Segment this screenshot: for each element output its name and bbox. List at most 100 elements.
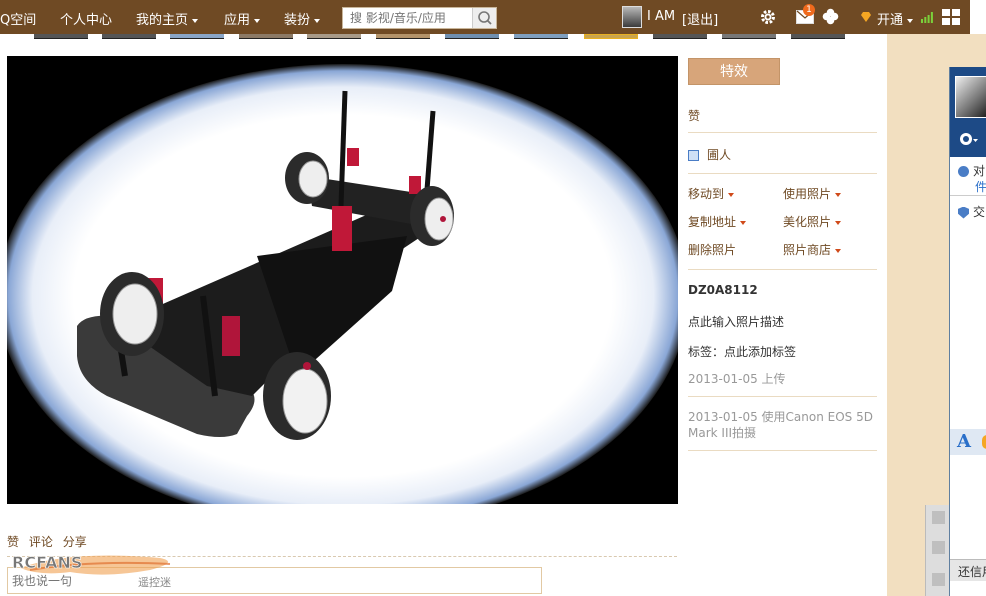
delete-photo-link[interactable]: 删除照片 [688,241,736,258]
search-input[interactable] [343,8,473,28]
divider [950,195,986,196]
popup-row-1[interactable]: 对 [950,162,986,179]
chevron-down-icon [192,18,199,23]
like-link[interactable]: 赞 [688,107,700,124]
nav-apps-label: 应用 [224,13,251,28]
like-action[interactable]: 赞 [7,535,19,549]
divider [688,269,877,270]
chevron-down-icon [907,18,914,23]
thumbnail[interactable] [239,34,293,39]
search-box [342,7,497,29]
info-icon [958,166,969,177]
popup-row-2[interactable]: 交 [950,203,986,220]
scroll-up-button[interactable] [932,511,945,524]
thumbnail[interactable] [514,34,568,39]
photo-title[interactable]: DZ0A8112 [688,283,758,297]
thumbnail[interactable] [102,34,156,39]
thumbnail[interactable] [170,34,224,39]
qq-side-popup: 对 件 交 A 还信用 [949,67,986,596]
popup-line1: 对 [973,164,986,178]
diamond-icon [861,12,871,22]
upload-date: 2013-01-05 上传 [688,372,786,386]
chevron-down-icon [254,18,261,23]
copy-address-label: 复制地址 [688,215,737,229]
photo-tag-prompt[interactable]: 标签：点此添加标签 [688,343,796,360]
thumbnail-selected[interactable] [584,34,638,39]
camera-info-line1: 2013-01-05 使用Canon EOS 5D [688,410,873,424]
qzone-logo[interactable]: Q空间 [0,9,36,28]
photo-store-menu[interactable]: 照片商店 [783,241,842,258]
divider [688,396,877,397]
chevron-down-icon [835,220,842,225]
nav-decorate-label: 装扮 [284,13,311,28]
beautify-photo-menu[interactable]: 美化照片 [783,213,842,230]
signal-icon [921,12,933,23]
open-vip-menu[interactable]: 开通 [877,9,914,28]
chevron-down-icon [728,192,735,197]
rcfans-watermark-logo: RCFANS 遥控迷 [12,553,171,588]
tagged-person[interactable]: 圃人 [688,146,731,163]
tagged-person-name: 圃人 [707,148,732,162]
chevron-down-icon [835,248,842,253]
app-grid-icon[interactable] [942,9,960,25]
divider [688,132,877,133]
emoji-icon[interactable] [982,435,986,449]
watermark-brand: RCFANS [12,553,82,572]
scroll-button[interactable] [932,541,945,554]
thumbnail[interactable] [653,34,707,39]
thumbnail[interactable] [722,34,776,39]
divider [688,450,877,451]
use-photo-menu[interactable]: 使用照片 [783,185,842,202]
top-navigation-bar: Q空间 个人中心 我的主页 应用 装扮 I AM [退出] 1 开通 [0,0,970,34]
main-photo[interactable] [7,56,678,504]
user-avatar[interactable] [622,6,642,28]
chevron-down-icon [314,18,321,23]
person-icon [688,150,699,161]
beautify-photo-label: 美化照片 [783,215,832,229]
thumbnail[interactable] [307,34,361,39]
nav-personal-center[interactable]: 个人中心 [60,9,112,28]
nav-apps[interactable]: 应用 [224,9,261,28]
logout-link[interactable]: [退出] [682,9,718,28]
clover-icon[interactable] [822,8,839,25]
popup-footer[interactable]: 还信用 [950,559,986,581]
watermark-sub: 遥控迷 [138,575,171,588]
photo-description-prompt[interactable]: 点此输入照片描述 [688,313,784,330]
effects-button[interactable]: 特效 [688,58,780,85]
thumbnail[interactable] [791,34,845,39]
thumbnail[interactable] [376,34,430,39]
thumbnail[interactable] [34,34,88,39]
chevron-down-icon [835,192,842,197]
search-button[interactable] [472,8,496,28]
divider [688,173,877,174]
popup-footer-space [950,581,986,596]
shield-icon [958,206,969,219]
font-icon[interactable]: A [957,431,971,452]
move-to-label: 移动到 [688,187,725,201]
thumbnail[interactable] [445,34,499,39]
move-to-menu[interactable]: 移动到 [688,185,735,202]
use-photo-label: 使用照片 [783,187,832,201]
nav-decorate[interactable]: 装扮 [284,9,321,28]
chevron-down-icon [740,220,747,225]
copy-address-menu[interactable]: 复制地址 [688,213,747,230]
nav-my-homepage-label: 我的主页 [136,13,189,28]
open-vip-label: 开通 [877,13,904,28]
camera-info-line2: Mark III拍摄 [688,426,757,440]
share-action[interactable]: 分享 [63,535,87,549]
scroll-down-button[interactable] [932,573,945,586]
mail-count-badge: 1 [803,4,815,16]
popup-line3: 交 [973,205,986,219]
scroll-controls [925,505,950,596]
photo-store-label: 照片商店 [783,243,832,257]
comment-action[interactable]: 评论 [29,535,53,549]
gear-icon[interactable] [759,8,777,26]
search-icon [478,11,492,25]
user-name[interactable]: I AM [647,9,675,24]
popup-line2[interactable]: 件 [950,178,986,195]
nav-my-homepage[interactable]: 我的主页 [136,9,199,28]
qq-logo-icon[interactable] [958,131,978,147]
rc-car-chassis-image [7,56,678,504]
popup-avatar[interactable] [955,76,986,118]
popup-toolbar: A [950,429,986,455]
